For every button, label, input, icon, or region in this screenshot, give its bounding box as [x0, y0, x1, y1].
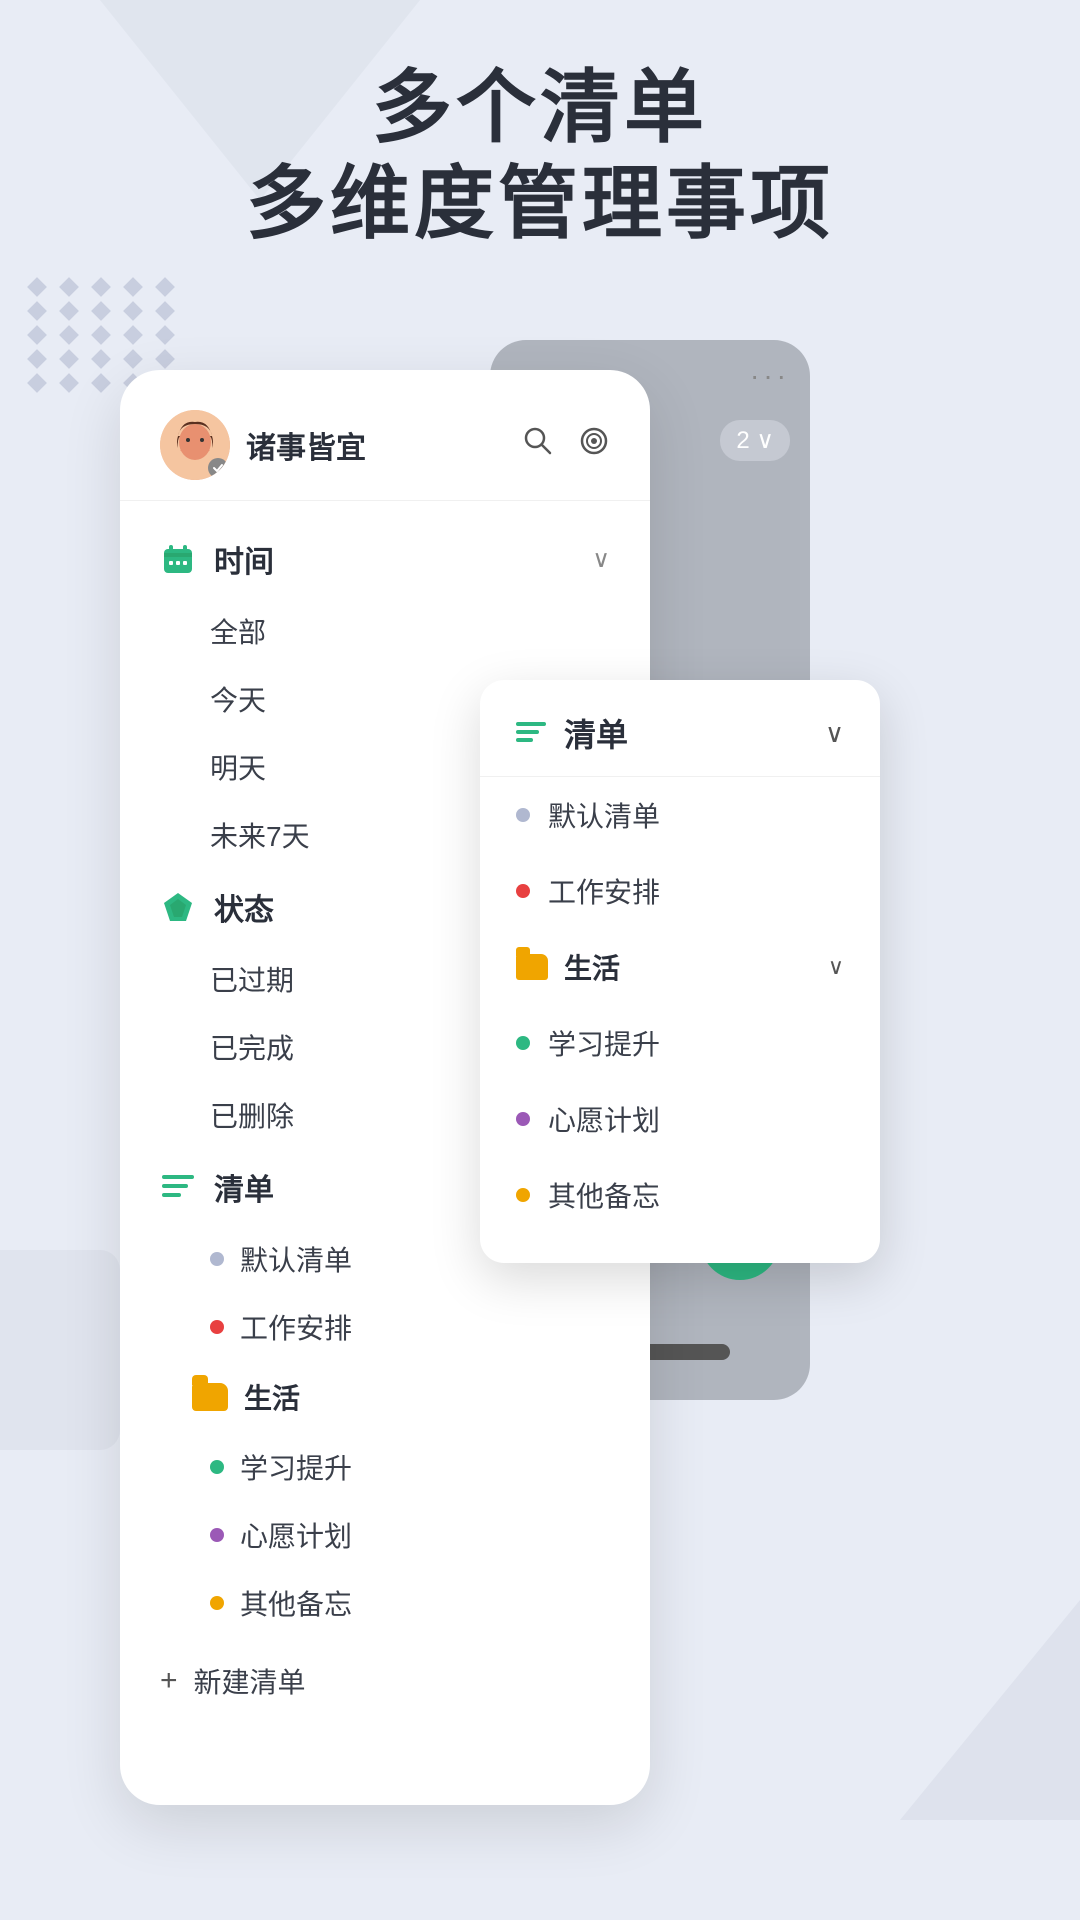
menu-item-study[interactable]: 学习提升: [120, 1433, 650, 1501]
menu-item-all[interactable]: 全部: [120, 597, 650, 665]
profile-header: 诸事皆宜: [120, 410, 650, 501]
other-label: 其他备忘: [240, 1583, 352, 1623]
dropdown-study-label: 学习提升: [548, 1023, 660, 1063]
phone-mockup-area: ··· 2 ∨ +: [120, 340, 1080, 1920]
title-line1: 多个清单: [80, 60, 1000, 156]
study-label: 学习提升: [240, 1447, 352, 1487]
list-section-title: 清单: [214, 1165, 274, 1209]
dropdown-item-work[interactable]: 工作安排: [480, 853, 880, 929]
target-icon[interactable]: [578, 425, 610, 465]
dropdown-title: 清单: [564, 710, 628, 756]
dropdown-dot-wish: [516, 1112, 530, 1126]
dropdown-chevron-icon: ∨: [825, 718, 844, 749]
dot-wish: [210, 1528, 224, 1542]
dropdown-dot-study: [516, 1036, 530, 1050]
phone-bg-dots: ···: [750, 360, 790, 392]
dot-work: [210, 1320, 224, 1334]
dropdown-item-study[interactable]: 学习提升: [480, 1005, 880, 1081]
menu-item-work-list[interactable]: 工作安排: [120, 1293, 650, 1361]
default-list-label: 默认清单: [240, 1239, 352, 1279]
profile-left: 诸事皆宜: [160, 410, 366, 480]
wish-label: 心愿计划: [240, 1515, 352, 1555]
check-icon: [211, 461, 225, 475]
dot-other: [210, 1596, 224, 1610]
dropdown-item-wish[interactable]: 心愿计划: [480, 1081, 880, 1157]
time-section-icon: [160, 541, 196, 577]
new-list-plus-icon: +: [160, 1664, 178, 1698]
diamond-icon: [162, 891, 194, 923]
list-section-icon: [160, 1169, 196, 1205]
dropdown-item-other[interactable]: 其他备忘: [480, 1157, 880, 1233]
search-icon[interactable]: [522, 425, 554, 465]
title-section: 多个清单 多维度管理事项: [0, 60, 1080, 252]
dropdown-header[interactable]: 清单 ∨: [480, 710, 880, 777]
dropdown-work-label: 工作安排: [548, 871, 660, 911]
time-chevron-icon: ∨: [592, 545, 610, 574]
dropdown-other-label: 其他备忘: [548, 1175, 660, 1215]
new-list-row[interactable]: + 新建清单: [120, 1637, 650, 1725]
status-section-title: 状态: [214, 885, 274, 929]
dropdown-dot-other: [516, 1188, 530, 1202]
work-list-label: 工作安排: [240, 1307, 352, 1347]
title-line2: 多维度管理事项: [80, 156, 1000, 252]
profile-actions: [522, 425, 610, 465]
folder-life[interactable]: 生活: [120, 1361, 650, 1433]
dropdown-dot-work: [516, 884, 530, 898]
time-section-header[interactable]: 时间 ∨: [120, 521, 650, 597]
new-list-text: 新建清单: [194, 1661, 306, 1701]
avatar: [160, 410, 230, 480]
dot-study: [210, 1460, 224, 1474]
dropdown-folder-chevron-icon: ∨: [828, 954, 844, 980]
dropdown-item-default[interactable]: 默认清单: [480, 777, 880, 853]
dropdown-folder-life-icon: [516, 954, 548, 980]
calendar-icon: [162, 543, 194, 575]
dropdown-folder-life[interactable]: 生活 ∨: [480, 929, 880, 1005]
folder-life-title: 生活: [244, 1377, 300, 1417]
user-name: 诸事皆宜: [246, 423, 366, 467]
status-section-icon: [160, 889, 196, 925]
dropdown-wish-label: 心愿计划: [548, 1099, 660, 1139]
dropdown-list-icon: [516, 722, 546, 744]
bg-decoration-rect: [0, 1250, 120, 1450]
menu-item-other[interactable]: 其他备忘: [120, 1569, 650, 1637]
dropdown-default-label: 默认清单: [548, 795, 660, 835]
folder-life-icon: [192, 1383, 228, 1411]
dot-default: [210, 1252, 224, 1266]
time-section-title: 时间: [214, 537, 274, 581]
avatar-verified-badge: [208, 458, 228, 478]
menu-item-wish[interactable]: 心愿计划: [120, 1501, 650, 1569]
dropdown-card: 清单 ∨ 默认清单 工作安排 生活 ∨ 学习提升: [480, 680, 880, 1263]
phone-bg-badge: 2 ∨: [720, 420, 790, 461]
dropdown-dot-default: [516, 808, 530, 822]
dropdown-folder-life-name: 生活: [564, 947, 620, 987]
